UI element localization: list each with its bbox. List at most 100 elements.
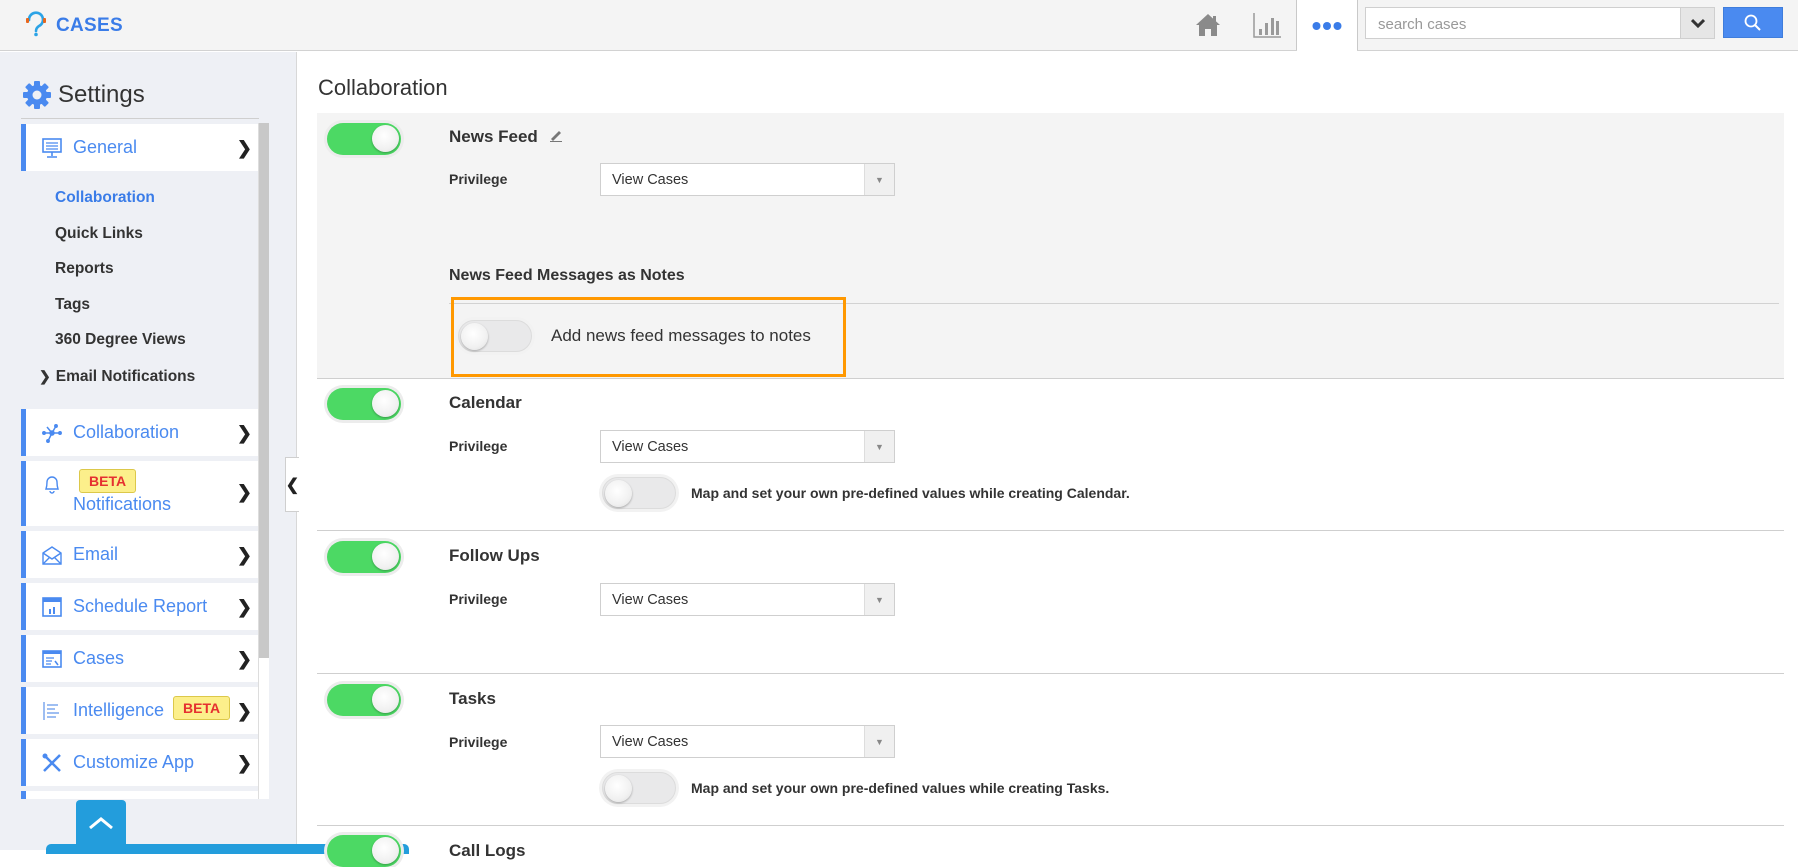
follow-ups-toggle[interactable] — [327, 541, 401, 573]
chevron-right-icon: ❯ — [236, 423, 252, 443]
sidebar-item-email[interactable]: Email ❯ — [21, 531, 258, 578]
reports-chart-icon[interactable] — [1252, 10, 1282, 40]
search-placeholder: search cases — [1378, 16, 1467, 33]
call-logs-toggle[interactable] — [327, 835, 401, 867]
divider — [21, 118, 259, 119]
search-icon — [1744, 14, 1761, 31]
privilege-select[interactable]: View Cases ▼ — [600, 725, 895, 758]
toggle-knob — [372, 543, 399, 570]
edit-pencil-icon[interactable] — [549, 128, 563, 142]
submenu-item-label: Email Notifications — [55, 367, 196, 385]
network-icon — [42, 424, 62, 443]
app-logo[interactable]: CASES — [24, 9, 123, 42]
home-icon[interactable] — [1193, 10, 1223, 40]
more-menu-button[interactable] — [1297, 0, 1357, 51]
sidebar-item-label: Schedule Report — [73, 596, 208, 616]
section-title: Calendar — [449, 393, 522, 412]
privilege-select[interactable]: View Cases ▼ — [600, 163, 895, 196]
sidebar-item-intelligence[interactable]: Intelligence BETA ❯ — [21, 687, 258, 734]
search-scope-dropdown[interactable] — [1680, 7, 1715, 39]
search-input[interactable]: search cases — [1365, 7, 1682, 39]
highlight-box — [451, 297, 846, 377]
call-logs-section: Call Logs — [317, 826, 1784, 867]
sidebar-item-label: Intelligence — [73, 700, 165, 720]
calendar-toggle[interactable] — [327, 388, 401, 420]
chevron-right-icon: ❯ — [236, 545, 252, 565]
sidebar-item-cases[interactable]: Cases ❯ — [21, 635, 258, 682]
gear-icon — [23, 81, 51, 109]
section-title: Tasks — [449, 689, 496, 708]
chevron-up-icon — [89, 817, 113, 830]
select-value: View Cases — [612, 439, 689, 455]
dropdown-arrow-icon: ▼ — [864, 584, 894, 615]
schedule-report-icon — [42, 597, 62, 617]
chevron-right-icon: ❯ — [236, 701, 252, 721]
sidebar-item-label: Collaboration — [73, 422, 180, 442]
section-title: News Feed — [449, 127, 563, 147]
toggle-knob — [372, 686, 399, 713]
page-title: Collaboration — [318, 75, 448, 100]
tasks-section: Tasks Privilege View Cases ▼ Map and set… — [317, 674, 1784, 826]
sidebar-item-collaboration[interactable]: Collaboration ❯ — [21, 409, 258, 456]
dropdown-arrow-icon: ▼ — [864, 726, 894, 757]
news-feed-toggle[interactable] — [327, 123, 401, 155]
sidebar-item-label: General — [73, 137, 138, 157]
chevron-right-icon: ❯ — [236, 753, 252, 773]
section-title: Follow Ups — [449, 546, 540, 565]
tasks-map-toggle[interactable] — [602, 772, 676, 804]
submenu-item-quick-links[interactable]: Quick Links — [55, 224, 269, 260]
follow-ups-section: Follow Ups Privilege View Cases ▼ — [317, 531, 1784, 674]
beta-badge: BETA — [79, 469, 137, 493]
privilege-label: Privilege — [449, 734, 508, 750]
toggle-knob — [372, 837, 399, 864]
header-divider — [1357, 0, 1358, 50]
sidebar-item-label: Notifications — [73, 494, 172, 514]
submenu-item-email-notifications[interactable]: ❯ Email Notifications — [39, 366, 269, 402]
scroll-to-top-button[interactable] — [76, 800, 126, 846]
sidebar-scrollbar[interactable] — [258, 123, 269, 799]
search-button[interactable] — [1723, 7, 1783, 38]
sidebar-item-schedule-report[interactable]: Schedule Report ❯ — [21, 583, 258, 630]
tasks-toggle[interactable] — [327, 684, 401, 716]
chevron-right-icon: ❯ — [236, 597, 252, 617]
submenu-item-collaboration[interactable]: Collaboration — [55, 188, 269, 224]
settings-nav-list: General ❯ Collaboration Quick Links Repo… — [21, 124, 269, 799]
chevron-right-icon: ❯ — [236, 649, 252, 669]
settings-heading: Settings — [22, 80, 145, 110]
select-value: View Cases — [612, 734, 689, 750]
sidebar-item-notifications[interactable]: BETA Notifications ❯ — [21, 461, 258, 526]
top-header: CASES search cases — [0, 0, 1798, 51]
toggle-knob — [372, 390, 399, 417]
sidebar-item-label: Email — [73, 544, 119, 564]
chevron-down-icon — [1690, 18, 1705, 28]
privilege-select[interactable]: View Cases ▼ — [600, 583, 895, 616]
envelope-icon — [42, 546, 62, 565]
tools-icon — [42, 753, 61, 772]
sidebar-item-security[interactable]: Security — [21, 791, 258, 799]
submenu-item-tags[interactable]: Tags — [55, 295, 269, 331]
sidebar-item-general[interactable]: General ❯ — [21, 124, 258, 171]
scrollbar-thumb[interactable] — [259, 123, 269, 658]
intelligence-icon — [43, 702, 59, 720]
section-title-text: News Feed — [449, 127, 538, 146]
submenu-item-reports[interactable]: Reports — [55, 259, 269, 295]
calendar-map-toggle[interactable] — [602, 477, 676, 509]
privilege-select[interactable]: View Cases ▼ — [600, 430, 895, 463]
calendar-section: Calendar Privilege View Cases ▼ Map and … — [317, 379, 1784, 531]
privilege-label: Privilege — [449, 591, 508, 607]
sidebar-item-label: Customize App — [73, 752, 195, 772]
calendar-map-label: Map and set your own pre-defined values … — [691, 485, 1130, 501]
chevron-left-icon: ❮ — [285, 476, 300, 494]
select-value: View Cases — [612, 592, 689, 608]
toggle-knob — [605, 775, 632, 802]
tasks-map-label: Map and set your own pre-defined values … — [691, 780, 1110, 796]
submenu-item-360-degree-views[interactable]: 360 Degree Views — [55, 330, 269, 366]
privilege-label: Privilege — [449, 171, 508, 187]
sidebar-item-customize-app[interactable]: Customize App ❯ — [21, 739, 258, 786]
dropdown-arrow-icon: ▼ — [864, 431, 894, 462]
chevron-right-icon: ❯ — [39, 367, 51, 384]
collapse-sidebar-button[interactable]: ❮ — [285, 457, 299, 512]
monitor-icon — [42, 138, 62, 158]
sidebar-item-label: Cases — [73, 648, 125, 668]
toggle-knob — [605, 480, 632, 507]
